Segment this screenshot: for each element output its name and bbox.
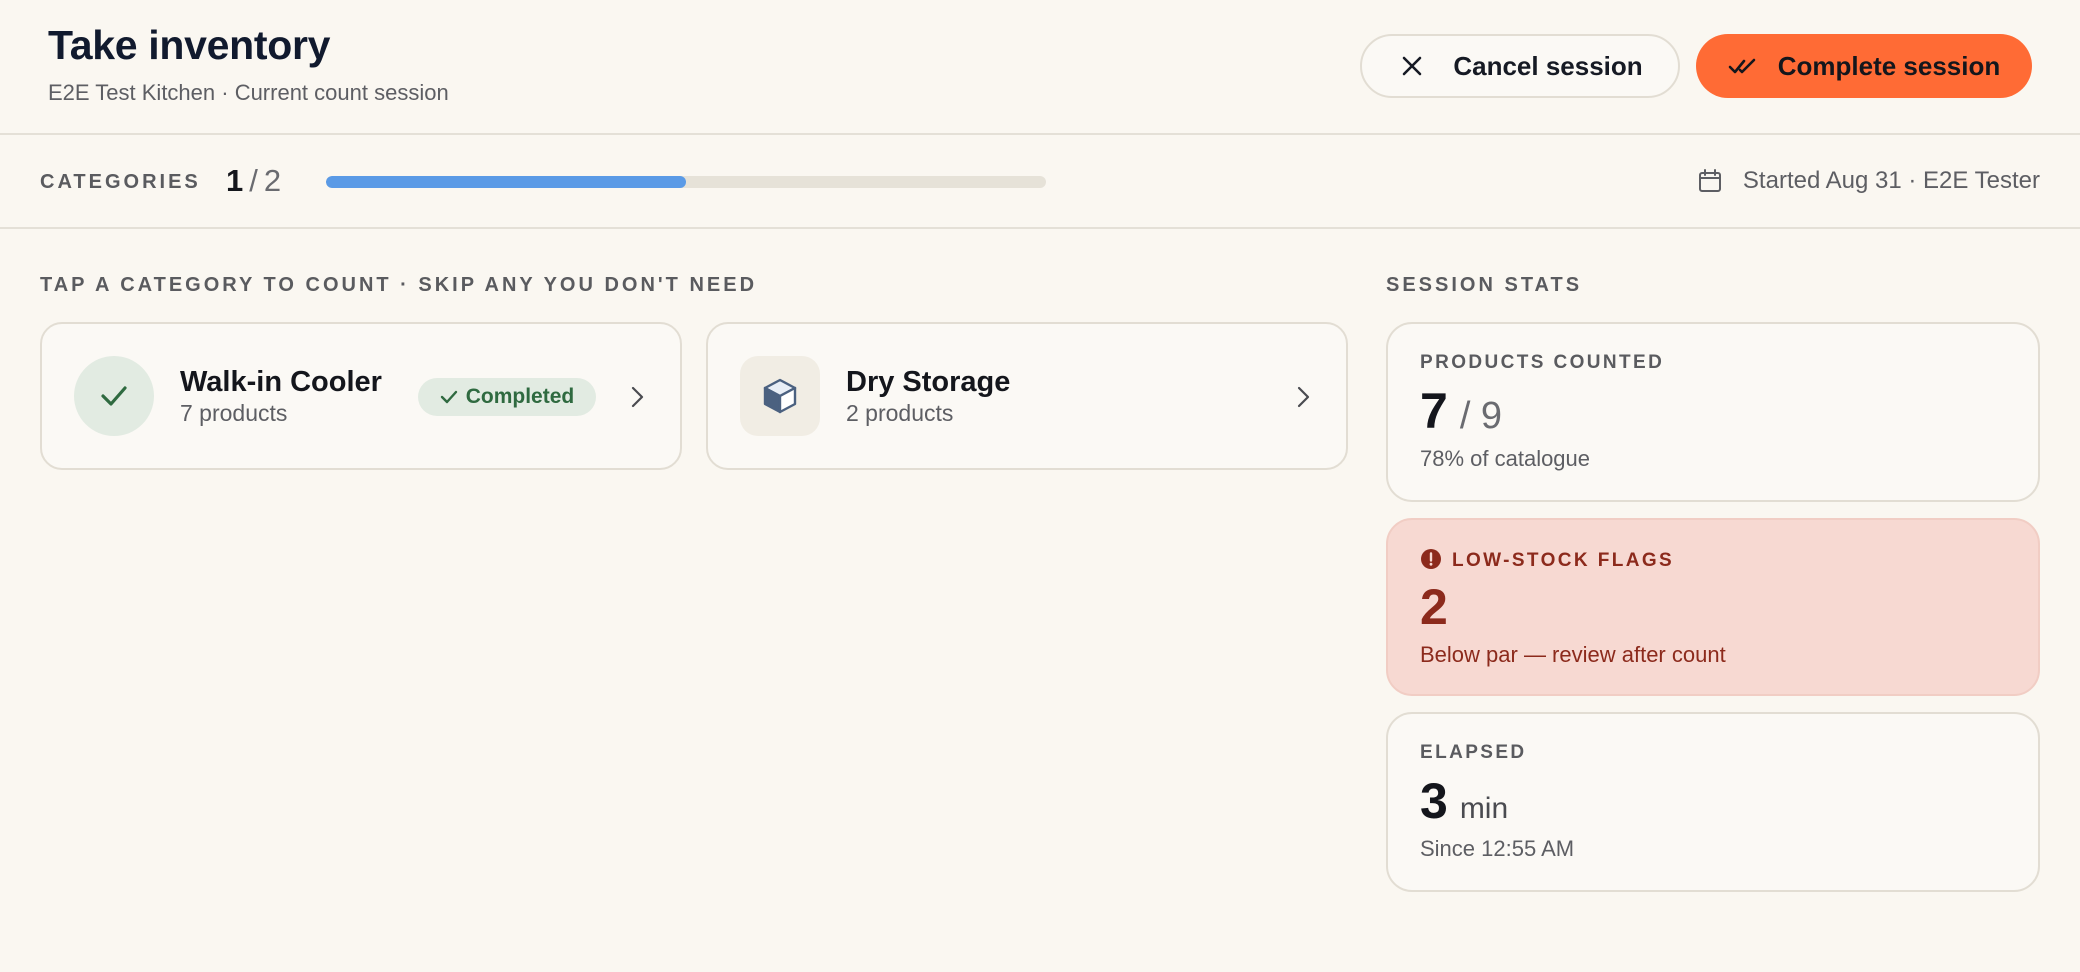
products-counted-note: 78% of catalogue bbox=[1420, 446, 1591, 471]
products-counted-number: 7 bbox=[1420, 383, 1448, 439]
categories-heading: TAP A CATEGORY TO COUNT · SKIP ANY YOU D… bbox=[40, 274, 758, 296]
categories-total: 2 bbox=[263, 163, 282, 198]
low-stock-flags-value: 2 bbox=[1420, 579, 1448, 635]
elapsed-unit: min bbox=[1459, 792, 1509, 825]
close-icon bbox=[1397, 51, 1427, 81]
cancel-session-label: Cancel session bbox=[1453, 50, 1643, 81]
calendar-icon bbox=[1697, 168, 1723, 194]
elapsed-number: 3 bbox=[1420, 773, 1448, 829]
products-counted-card: PRODUCTS COUNTED 7 / 9 78% of catalogue bbox=[1386, 322, 2040, 502]
category-card-dry-storage[interactable]: Dry Storage 2 products bbox=[706, 322, 1348, 470]
elapsed-label: ELAPSED bbox=[1420, 742, 1527, 763]
low-stock-flags-label: LOW-STOCK FLAGS bbox=[1452, 550, 1675, 571]
session-started-info: Started Aug 31 · E2E Tester bbox=[1697, 167, 2040, 195]
elapsed-card: ELAPSED 3 min Since 12:55 AM bbox=[1386, 712, 2040, 892]
category-product-count: 2 products bbox=[846, 400, 954, 426]
box-icon bbox=[761, 377, 799, 415]
progress-fill bbox=[326, 176, 686, 188]
categories-separator: / bbox=[249, 163, 258, 198]
products-counted-label: PRODUCTS COUNTED bbox=[1420, 352, 1665, 373]
category-name: Dry Storage bbox=[846, 366, 1011, 398]
alert-circle-icon bbox=[1420, 548, 1442, 570]
category-product-count: 7 products bbox=[180, 400, 288, 426]
check-icon bbox=[440, 388, 458, 406]
complete-session-label: Complete session bbox=[1777, 50, 2001, 81]
chevron-right-icon bbox=[1290, 384, 1316, 410]
session-stats-heading: SESSION STATS bbox=[1386, 274, 1583, 296]
chevron-right-icon bbox=[624, 384, 650, 410]
page-header: Take inventory E2E Test Kitchen · Curren… bbox=[0, 0, 2080, 135]
status-badge: Completed bbox=[418, 378, 596, 416]
page-subtitle: E2E Test Kitchen · Current count session bbox=[48, 80, 449, 105]
category-progress-bar-section: CATEGORIES 1/2 Started Aug 31 · E2E Test… bbox=[0, 137, 2080, 229]
progress-track bbox=[326, 176, 1046, 188]
page-title: Take inventory bbox=[48, 22, 331, 68]
low-stock-flags-note: Below par — review after count bbox=[1420, 642, 1726, 667]
products-counted-total: / 9 bbox=[1459, 395, 1503, 437]
category-icon-wrap bbox=[74, 356, 154, 436]
elapsed-value: 3 min bbox=[1420, 772, 1508, 830]
status-badge-label: Completed bbox=[465, 385, 575, 408]
elapsed-note: Since 12:55 AM bbox=[1420, 836, 1575, 861]
categories-current: 1 bbox=[226, 163, 244, 198]
complete-session-button[interactable]: Complete session bbox=[1696, 34, 2032, 98]
double-check-icon bbox=[1728, 51, 1758, 81]
cancel-session-button[interactable]: Cancel session bbox=[1360, 34, 1680, 98]
category-name: Walk-in Cooler bbox=[180, 366, 382, 398]
categories-count: 1/2 bbox=[226, 163, 281, 199]
products-counted-value: 7 / 9 bbox=[1420, 382, 1502, 440]
low-stock-flags-card: LOW-STOCK FLAGS 2 Below par — review aft… bbox=[1386, 518, 2040, 696]
category-card-walk-in-cooler[interactable]: Walk-in Cooler 7 products Completed bbox=[40, 322, 682, 470]
check-icon bbox=[96, 378, 132, 414]
categories-label: CATEGORIES bbox=[40, 171, 201, 193]
session-started-text: Started Aug 31 · E2E Tester bbox=[1742, 167, 2040, 194]
category-icon-wrap bbox=[740, 356, 820, 436]
